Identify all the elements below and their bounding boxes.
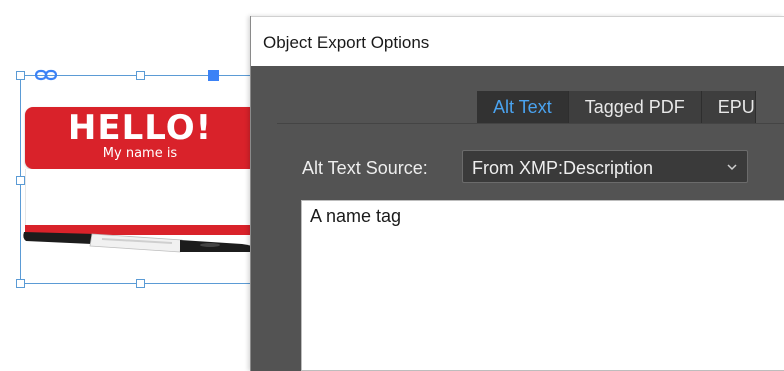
dialog-titlebar[interactable]: Object Export Options — [251, 16, 784, 66]
resize-handle-bottom-center[interactable] — [136, 279, 145, 288]
tab-bar: Alt Text Tagged PDF EPU — [477, 91, 756, 124]
resize-handle-top-left[interactable] — [16, 71, 25, 80]
resize-handle-middle-left[interactable] — [16, 176, 25, 185]
resize-handle-bottom-left[interactable] — [16, 279, 25, 288]
alt-text-textarea[interactable]: A name tag — [301, 200, 784, 371]
tab-epub[interactable]: EPU — [701, 91, 756, 124]
object-export-options-dialog: Object Export Options Alt Text Tagged PD… — [250, 16, 784, 371]
alt-text-value: A name tag — [310, 206, 402, 226]
marker-pen-icon — [23, 232, 260, 253]
content-grabber-handle[interactable] — [208, 70, 219, 81]
dialog-body: Alt Text Tagged PDF EPU Alt Text Source:… — [251, 66, 784, 371]
tab-panel-divider — [277, 123, 784, 124]
alt-text-source-label: Alt Text Source: — [302, 158, 428, 178]
link-icon[interactable] — [35, 68, 57, 82]
tag-headline: HELLO! — [67, 108, 213, 148]
resize-handle-top-center[interactable] — [136, 71, 145, 80]
name-tag-writing-area — [25, 169, 260, 225]
tab-tagged-pdf[interactable]: Tagged PDF — [568, 91, 702, 124]
dialog-title: Object Export Options — [263, 33, 430, 52]
layout-canvas: HELLO! My name is — [0, 0, 260, 371]
alt-text-source-value: From XMP:Description — [472, 158, 654, 178]
tab-alt-text[interactable]: Alt Text — [477, 91, 569, 124]
alt-text-source-select[interactable]: From XMP:Description — [462, 150, 748, 183]
name-tag-image[interactable]: HELLO! My name is — [25, 107, 260, 169]
tag-subline: My name is — [102, 146, 178, 161]
chevron-down-icon — [727, 164, 737, 171]
